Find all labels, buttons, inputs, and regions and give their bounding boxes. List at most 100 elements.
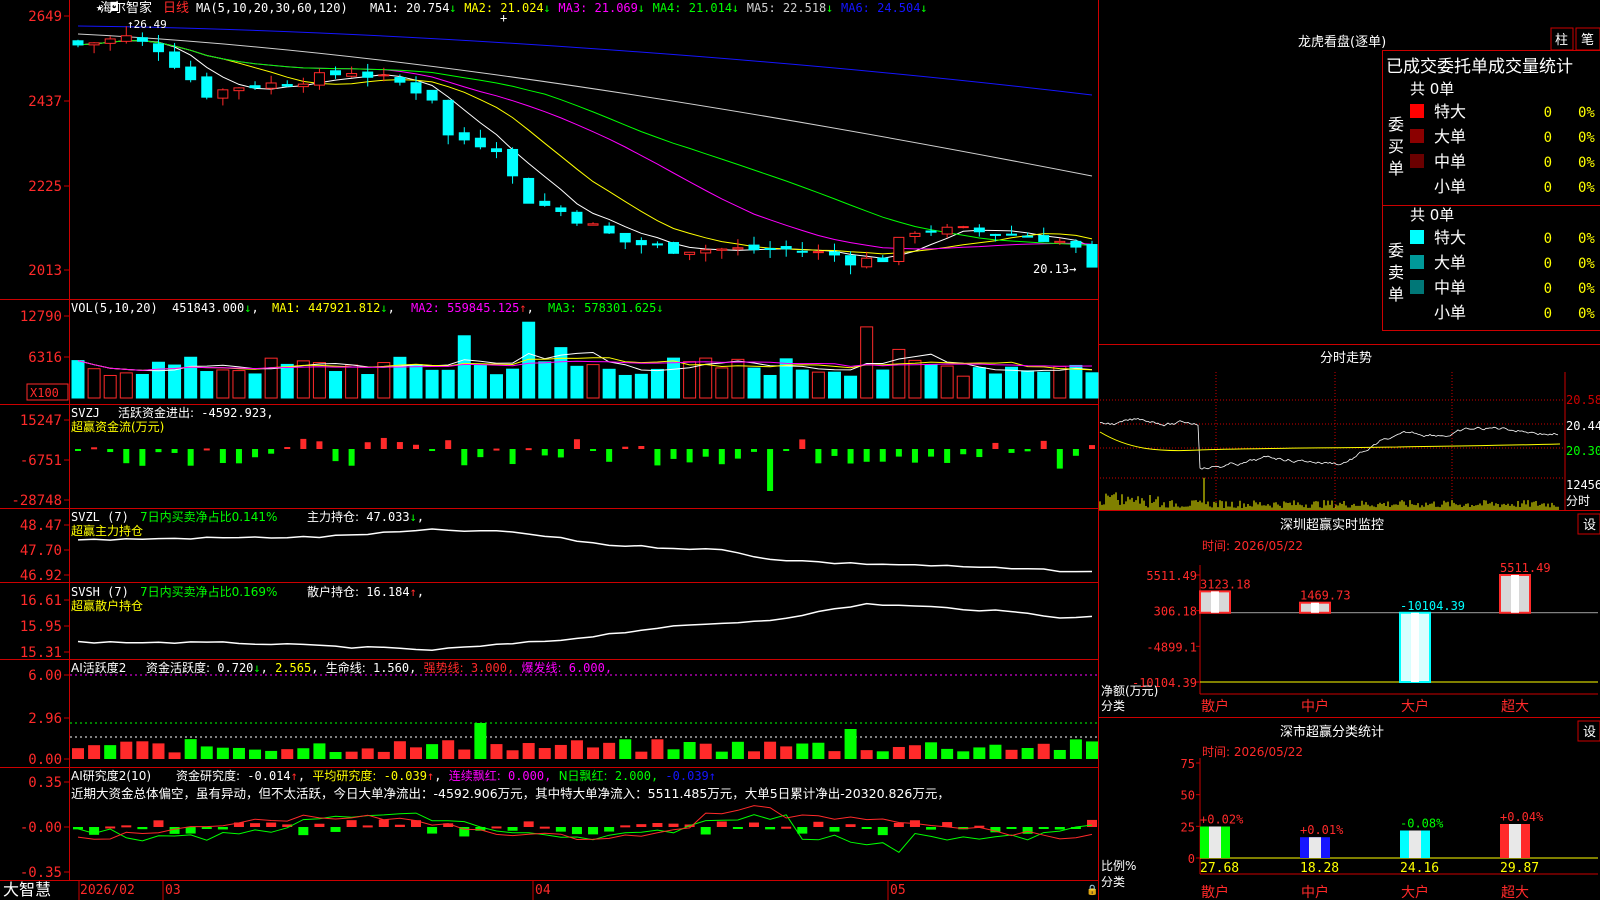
candle-body: [1006, 233, 1018, 236]
monitor-bar-highlight: [1311, 602, 1319, 613]
svzj-bar: [654, 449, 661, 466]
svzj-bar: [799, 439, 806, 449]
volume-bar: [667, 357, 681, 399]
monitor-data-label: 1469.73: [1300, 589, 1351, 603]
classify-cat-title: 分类: [1101, 875, 1125, 889]
lhb-title: 龙虎看盘(逐单): [1298, 34, 1386, 50]
classify-pct-label: +0.02%: [1200, 812, 1244, 826]
ai1-bar: [410, 747, 422, 759]
svzj-bar: [235, 449, 242, 464]
monitor-unit: 净额(万元): [1101, 684, 1158, 698]
order-color-swatch: [1410, 129, 1424, 143]
svzj-bar: [847, 449, 854, 464]
ai1-bar: [506, 750, 519, 759]
classify-title: 深市超赢分类统计: [1280, 724, 1384, 740]
candle-body: [410, 82, 422, 94]
svzj-bar: [960, 449, 967, 455]
svsh-legend: SVSH (7) 7日内买卖净占比0.169% 散户持仓: 16.184↑,: [71, 584, 424, 599]
svzj-tick-label: -28748: [11, 493, 62, 509]
fenshi-y-mid: 20.44: [1566, 419, 1600, 433]
candle-body: [571, 211, 583, 224]
volume-bar: [570, 365, 584, 399]
ai1-bar: [426, 744, 439, 759]
candle-body: [474, 137, 486, 148]
volume-bar: [650, 368, 664, 399]
classify-bar-highlight: [1409, 830, 1421, 858]
monitor-data-label: 3123.18: [1200, 577, 1251, 591]
candle-body: [88, 42, 100, 46]
ai1-bar: [361, 748, 374, 759]
order-color-swatch: [1410, 280, 1424, 294]
ai2-bar: [266, 822, 277, 827]
candle-body: [668, 242, 680, 254]
ai2-bar: [201, 827, 212, 829]
ai1-bar: [651, 739, 664, 759]
ai1-bar: [184, 739, 197, 759]
volume-bar: [715, 367, 729, 399]
stock-chart-canvas[interactable]: 2649243722252013 ★ ◘ 海尔智家 日线 MA(5,10,20,…: [0, 0, 1600, 900]
candle-body: [861, 257, 873, 268]
order-row-pct: 0%: [1578, 306, 1595, 322]
order-row-name: 中单: [1434, 278, 1466, 297]
ai2-tick-label: -0.00: [20, 820, 62, 836]
candle-body: [490, 148, 502, 153]
svzj-bar: [573, 439, 580, 449]
ai2-bar: [121, 825, 132, 828]
volume-bar: [876, 369, 890, 399]
volume-bar: [892, 348, 906, 399]
ai2-bar: [427, 827, 438, 834]
order-side-label: 买: [1388, 137, 1404, 156]
svzj-bar: [91, 447, 98, 450]
ai1-bar: [329, 752, 342, 759]
ai2-bar: [539, 826, 550, 829]
volume-bar: [811, 371, 825, 399]
volume-bar: [345, 364, 359, 399]
classify-bar-highlight: [1309, 837, 1321, 858]
ai1-bar: [635, 751, 648, 759]
ai1-bar: [152, 743, 165, 759]
x-label-feb: 2026/02: [80, 883, 135, 898]
lock-icon[interactable]: 🔒: [1086, 884, 1098, 896]
candle-body: [72, 40, 84, 46]
volume-bar: [232, 370, 246, 399]
volume-bar: [844, 375, 858, 399]
candle-body: [265, 82, 277, 89]
order-row-pct: 0%: [1578, 256, 1595, 272]
candle-body: [539, 200, 551, 206]
candle-body: [313, 72, 325, 86]
candle-body: [523, 177, 535, 204]
classify-settings-label: 设: [1583, 725, 1596, 740]
ai2-bar: [700, 827, 711, 835]
ma-value: MA4: 21.014: [653, 1, 732, 15]
stock-name: 海尔智家: [100, 0, 152, 16]
order-color-swatch: [1410, 230, 1424, 244]
ai1-bar: [892, 746, 905, 759]
ai1-bar: [667, 749, 680, 759]
volume-bar: [489, 374, 503, 399]
ai2-bar: [604, 827, 615, 832]
tick-mode-label: 笔: [1581, 32, 1594, 48]
main-tick-label: 2013: [28, 263, 62, 279]
volume-bar: [280, 363, 294, 399]
candle-body: [120, 35, 132, 42]
ai2-bar: [523, 821, 534, 827]
volume-bar: [602, 368, 616, 399]
monitor-settings-label: 设: [1583, 518, 1596, 533]
x-label-may: 05: [890, 883, 906, 898]
ai2-bar: [314, 823, 325, 827]
ai1-bar: [1037, 743, 1050, 759]
svzj-bar: [928, 449, 935, 457]
ai1-bar: [1005, 749, 1018, 759]
svzj-bar: [348, 449, 355, 466]
svzj-bar: [557, 449, 564, 458]
ai1-bar: [136, 741, 149, 759]
ai1-bar: [860, 750, 873, 759]
ai1-bar: [216, 747, 229, 759]
ai1-tick-label: 6.00: [28, 668, 62, 684]
ai1-bar: [554, 744, 567, 759]
classify-unit: 比例%: [1101, 859, 1136, 873]
ai2-bar: [620, 825, 631, 828]
candle-body: [845, 255, 857, 266]
candle-body: [989, 233, 1001, 236]
ai2-bar: [491, 826, 502, 829]
